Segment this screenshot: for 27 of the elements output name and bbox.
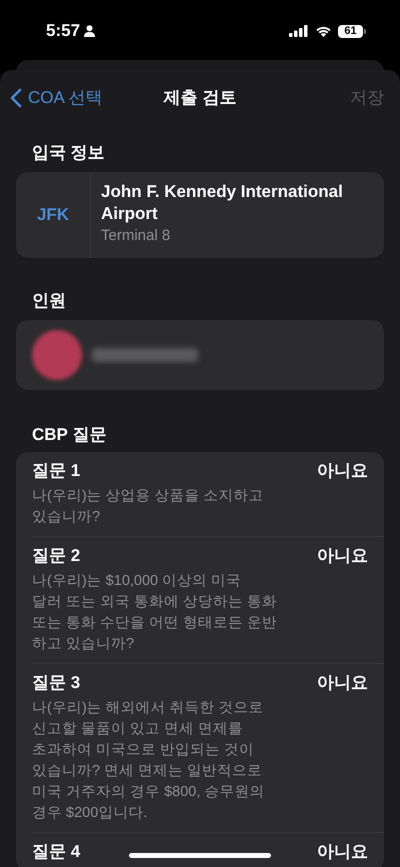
section-heading: CBP 질문 xyxy=(31,424,108,446)
wifi-icon xyxy=(315,25,332,37)
traveler-card[interactable] xyxy=(16,320,384,390)
section-heading: 인원 xyxy=(31,290,67,312)
avatar xyxy=(32,330,82,380)
answer-value: 아니요 xyxy=(317,841,368,864)
question-text: 나(우리)는 해외에서 취득한 것으로 신고할 물품이 있고 면세 면제를 초과하여 미국으로 반입되는 것이 있습니까? 면세 면제는 일반적으로 미국 거주자의 경우 $800, 승무원의 경우 $200입니다. xyxy=(32,699,264,823)
question-title: 질문 4 xyxy=(32,841,80,864)
airport-code: JFK xyxy=(36,204,70,226)
back-button[interactable]: COA 선택 xyxy=(10,85,103,111)
answer-value: 아니요 xyxy=(317,545,368,568)
status-time: 5:57 xyxy=(46,20,80,42)
airport-name: John F. Kennedy International Airport xyxy=(101,181,344,225)
question-title: 질문 2 xyxy=(32,545,80,568)
person-icon xyxy=(84,25,96,37)
question-text: 나(우리)는 상업용 상품을 소지하고 있습니까? xyxy=(32,487,264,527)
question-title: 질문 3 xyxy=(32,672,80,694)
signal-icon xyxy=(289,25,309,37)
question-text: 나(우리)는 $10,000 이상의 미국 달러 또는 외국 통화에 상당하는 통화 또는 통화 수단을 어떤 형태로든 운반 하고 있습니까? xyxy=(32,572,278,654)
battery-icon: 61 xyxy=(338,24,366,38)
question-title: 질문 1 xyxy=(32,460,80,482)
terminal-label: Terminal 8 xyxy=(101,226,172,246)
section-heading: 입국 정보 xyxy=(31,142,106,164)
chevron-left-icon xyxy=(10,88,22,108)
screen-title: 제출 검토 xyxy=(164,87,236,110)
answer-value: 아니요 xyxy=(317,672,368,694)
answer-value: 아니요 xyxy=(317,460,368,482)
